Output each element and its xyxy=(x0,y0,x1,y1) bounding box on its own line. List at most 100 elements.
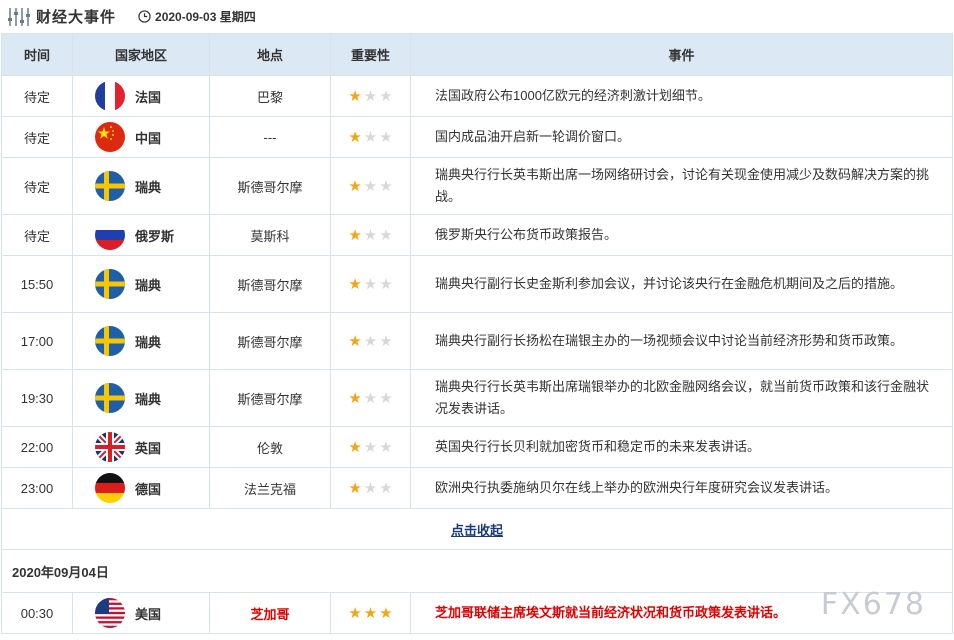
star-icon: ★ xyxy=(379,177,393,195)
star-icon: ★ xyxy=(348,438,362,456)
star-icon: ★ xyxy=(348,604,362,622)
star-icon: ★ xyxy=(379,389,393,407)
row-time: 待定 xyxy=(1,157,73,215)
col-country: 国家地区 xyxy=(72,33,210,76)
row-time: 待定 xyxy=(1,214,73,256)
row-time: 22:00 xyxy=(1,426,73,468)
row-time: 17:00 xyxy=(1,312,73,370)
table-row: 23:00 德国 法兰克福 ★ ★ ★ 欧洲央行执委施纳贝尔在线上举办的欧洲央行年度… xyxy=(1,467,953,509)
row-place: 巴黎 xyxy=(209,75,331,117)
date-row: 2020年09月04日 xyxy=(1,549,953,593)
table-row: 待定 法国 巴黎 ★ ★ ★ 法国政府公布1000亿欧元的经济刺激计划细节。 xyxy=(1,75,953,117)
row-importance: ★ ★ ★ xyxy=(330,369,411,427)
row-importance: ★ ★ ★ xyxy=(330,592,411,634)
france-flag-icon xyxy=(95,81,125,111)
star-icon: ★ xyxy=(379,226,393,244)
star-icon: ★ xyxy=(348,332,362,350)
table-row: 待定 中国 --- ★ ★ ★ 国内成品油开启新一轮调价窗口。 xyxy=(1,116,953,158)
star-icon: ★ xyxy=(363,226,378,244)
row-time: 00:30 xyxy=(1,592,73,634)
clock-icon xyxy=(138,10,151,23)
sweden-flag-icon xyxy=(95,269,125,299)
page-header: 财经大事件 2020-09-03 星期四 xyxy=(0,0,954,33)
uk-flag-icon xyxy=(95,432,125,462)
watermark: FX678 xyxy=(820,587,926,622)
row-country: 德国 xyxy=(135,481,162,497)
star-icon: ★ xyxy=(379,275,393,293)
star-icon: ★ xyxy=(363,177,378,195)
star-icon: ★ xyxy=(379,604,393,622)
row-importance: ★ ★ ★ xyxy=(330,75,411,117)
star-icon: ★ xyxy=(363,128,378,146)
row-place: 斯德哥尔摩 xyxy=(209,255,331,313)
star-icon: ★ xyxy=(379,128,393,146)
sweden-flag-icon xyxy=(95,383,125,413)
star-icon: ★ xyxy=(348,479,362,497)
row-event: 瑞典央行副行长扬松在瑞银主办的一场视频会议中讨论当前经济形势和货币政策。 xyxy=(410,312,953,370)
col-importance: 重要性 xyxy=(330,33,411,76)
row-time: 待定 xyxy=(1,75,73,117)
row-place: 莫斯科 xyxy=(209,214,331,256)
star-icon: ★ xyxy=(379,332,393,350)
row-place: 斯德哥尔摩 xyxy=(209,157,331,215)
star-icon: ★ xyxy=(348,128,362,146)
row-time: 待定 xyxy=(1,116,73,158)
row-place: 伦敦 xyxy=(209,426,331,468)
table-row: 22:00 英国 伦敦 ★ ★ ★ 英国央行行长贝利就加密货币和稳定币的未来发表讲话… xyxy=(1,426,953,468)
row-place: 芝加哥 xyxy=(209,592,331,634)
table-row: 15:50 瑞典 斯德哥尔摩 ★ ★ ★ 瑞典央行副行长史金斯利参加会议，并讨论该央… xyxy=(1,255,953,313)
star-icon: ★ xyxy=(363,604,378,622)
page-title: 财经大事件 xyxy=(36,9,117,26)
sweden-flag-icon xyxy=(95,326,125,356)
collapse-row: 点击收起 xyxy=(1,508,953,550)
russia-flag-icon xyxy=(95,220,125,250)
row-event: 瑞典央行行长英韦斯出席瑞银举办的北欧金融网络会议，就当前货币政策和该行金融状况发… xyxy=(410,369,953,427)
row-importance: ★ ★ ★ xyxy=(330,255,411,313)
star-icon: ★ xyxy=(348,275,362,293)
row-time: 23:00 xyxy=(1,467,73,509)
table-row: 17:00 瑞典 斯德哥尔摩 ★ ★ ★ 瑞典央行副行长扬松在瑞银主办的一场视频会议… xyxy=(1,312,953,370)
row-place: 斯德哥尔摩 xyxy=(209,369,331,427)
sliders-icon xyxy=(8,7,30,26)
row-time: 15:50 xyxy=(1,255,73,313)
row-country: 瑞典 xyxy=(135,334,162,350)
events-table: 时间 国家地区 地点 重要性 事件 待定 法国 巴黎 ★ ★ ★ 法国政府公布100… xyxy=(1,33,953,634)
star-icon: ★ xyxy=(363,332,378,350)
germany-flag-icon xyxy=(95,473,125,503)
collapse-link[interactable]: 点击收起 xyxy=(451,523,503,538)
row-importance: ★ ★ ★ xyxy=(330,116,411,158)
row-place: 斯德哥尔摩 xyxy=(209,312,331,370)
row-event: 俄罗斯央行公布货币政策报告。 xyxy=(410,214,953,256)
row-time: 19:30 xyxy=(1,369,73,427)
row-country: 俄罗斯 xyxy=(135,228,175,244)
row-importance: ★ ★ ★ xyxy=(330,467,411,509)
row-country: 英国 xyxy=(135,440,162,456)
row-event: 英国央行行长贝利就加密货币和稳定币的未来发表讲话。 xyxy=(410,426,953,468)
row-event: 法国政府公布1000亿欧元的经济刺激计划细节。 xyxy=(410,75,953,117)
star-icon: ★ xyxy=(348,177,362,195)
star-icon: ★ xyxy=(363,275,378,293)
star-icon: ★ xyxy=(363,87,378,105)
col-time: 时间 xyxy=(1,33,73,76)
star-icon: ★ xyxy=(379,87,393,105)
star-icon: ★ xyxy=(348,389,362,407)
table-row: 19:30 瑞典 斯德哥尔摩 ★ ★ ★ 瑞典央行行长英韦斯出席瑞银举办的北欧金融网… xyxy=(1,369,953,427)
star-icon: ★ xyxy=(348,226,362,244)
table-header-row: 时间 国家地区 地点 重要性 事件 xyxy=(1,33,953,76)
row-event: 瑞典央行副行长史金斯利参加会议，并讨论该央行在金融危机期间及之后的措施。 xyxy=(410,255,953,313)
sweden-flag-icon xyxy=(95,171,125,201)
china-flag-icon xyxy=(95,122,125,152)
next-date: 2020年09月04日 xyxy=(1,549,953,593)
row-importance: ★ ★ ★ xyxy=(330,312,411,370)
table-row: 待定 俄罗斯 莫斯科 ★ ★ ★ 俄罗斯央行公布货币政策报告。 xyxy=(1,214,953,256)
row-country: 法国 xyxy=(135,89,162,105)
header-date: 2020-09-03 星期四 xyxy=(155,10,256,24)
row-place: --- xyxy=(209,116,331,158)
usa-flag-icon xyxy=(95,598,125,628)
row-country: 美国 xyxy=(135,606,162,622)
row-place: 法兰克福 xyxy=(209,467,331,509)
table-row: 00:30 美国 芝加哥 ★ ★ ★ 芝加哥联储主席埃文斯就当前经济状况和货币政策发… xyxy=(1,592,953,634)
row-event: 瑞典央行行长英韦斯出席一场网络研讨会，讨论有关现金使用减少及数码解决方案的挑战。 xyxy=(410,157,953,215)
row-event: 国内成品油开启新一轮调价窗口。 xyxy=(410,116,953,158)
row-country: 瑞典 xyxy=(135,277,162,293)
